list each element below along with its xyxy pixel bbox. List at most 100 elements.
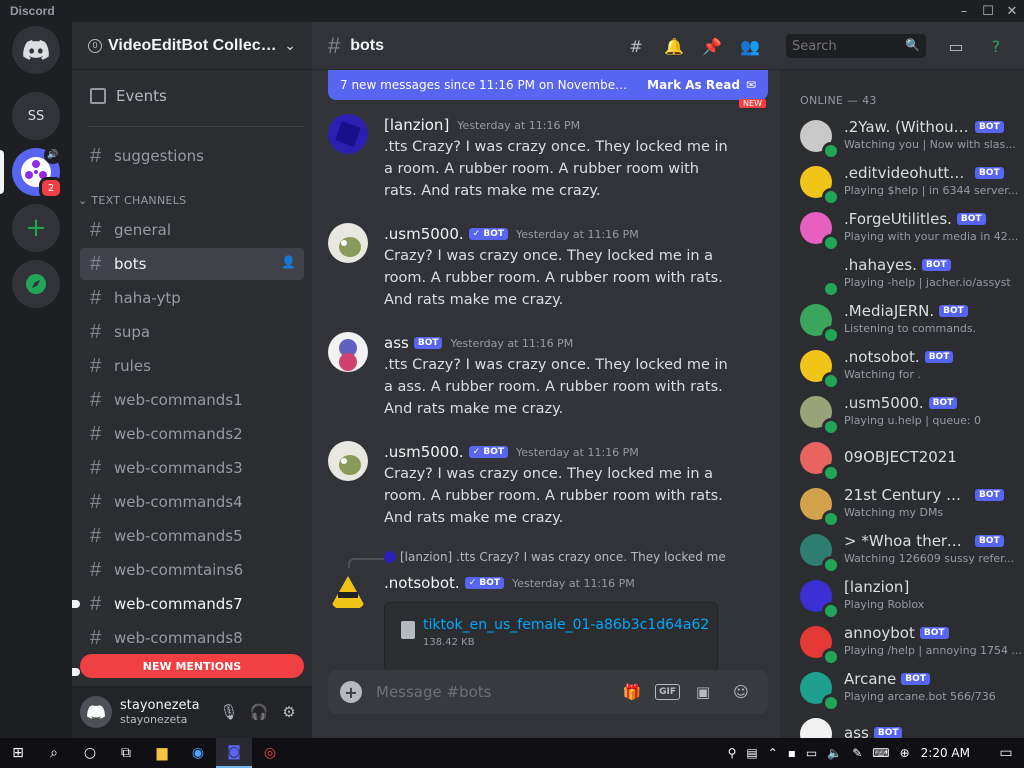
reply-preview[interactable]: [lanzion] .tts Crazy? I was crazy once. … bbox=[384, 550, 726, 564]
author-name[interactable]: .usm5000. bbox=[384, 443, 464, 461]
member-item[interactable]: .MediaJERN. BOT Listening to commands. bbox=[800, 300, 1024, 344]
avatar[interactable] bbox=[328, 223, 368, 263]
channel-web-commands4[interactable]: # web-commands4 bbox=[80, 486, 304, 518]
headphones-icon[interactable]: 🎧 bbox=[244, 697, 274, 727]
help-icon[interactable]: ? bbox=[984, 34, 1008, 58]
chevron-up-icon[interactable]: ⌃ bbox=[768, 746, 778, 760]
gift-icon[interactable]: 🎁 bbox=[617, 679, 647, 705]
user-info[interactable]: stayonezeta stayonezeta bbox=[120, 698, 214, 726]
message-input[interactable] bbox=[376, 683, 610, 701]
new-mentions-button[interactable]: NEW MENTIONS bbox=[80, 654, 304, 678]
clock[interactable]: 2:20 AM bbox=[921, 746, 970, 760]
channel-web-commands7[interactable]: # web-commands7 bbox=[72, 588, 304, 620]
chrome-icon[interactable]: ◎ bbox=[252, 738, 288, 768]
mark-as-read-button[interactable]: Mark As Read bbox=[647, 78, 740, 92]
member-item[interactable]: Arcane BOT Playing arcane.bot 566/736 bbox=[800, 668, 1024, 712]
gear-icon[interactable]: ⚙ bbox=[274, 697, 304, 727]
channel-web-commands5[interactable]: # web-commands5 bbox=[80, 520, 304, 552]
member-item[interactable]: [lanzion] Playing Roblox bbox=[800, 576, 1024, 620]
server-videoeditbot[interactable]: 🔊 2 bbox=[12, 146, 63, 199]
member-item[interactable]: 09OBJECT2021 bbox=[800, 438, 1024, 482]
message: .usm5000. ✓ BOT Yesterday at 11:16 PM Craz… bbox=[328, 223, 748, 323]
news-icon[interactable]: ▤ bbox=[746, 746, 757, 760]
channel-web-commands1[interactable]: # web-commands1 bbox=[80, 384, 304, 416]
pin-icon[interactable]: 📌 bbox=[700, 34, 724, 58]
member-activity: Watching you | Now with slas... bbox=[844, 138, 1016, 151]
member-item[interactable]: .ForgeUtilitles. BOT Playing with your med… bbox=[800, 208, 1024, 252]
inbox-icon[interactable]: ▭ bbox=[944, 34, 968, 58]
channel-bots[interactable]: # bots 👤 bbox=[80, 248, 304, 280]
author-name[interactable]: ass bbox=[384, 334, 409, 352]
explore-servers-button[interactable] bbox=[12, 260, 60, 308]
server-header[interactable]: 0 VideoEditBot Collecti... ⌄ bbox=[72, 22, 312, 70]
author-name[interactable]: .usm5000. bbox=[384, 225, 464, 243]
events-item[interactable]: Events bbox=[80, 80, 304, 112]
notifications-icon[interactable]: ▭ bbox=[988, 738, 1024, 768]
home-button[interactable] bbox=[12, 26, 60, 74]
avatar[interactable] bbox=[328, 114, 368, 154]
task-view-icon[interactable]: ⧉ bbox=[108, 738, 144, 768]
member-item[interactable]: .usm5000. BOT Playing u.help | queue: 0 bbox=[800, 392, 1024, 436]
member-item[interactable]: .2Yaw. (Without... BOT Watching you | Now … bbox=[800, 116, 1024, 160]
member-item[interactable]: annoybot BOT Playing /help | annoying 1754… bbox=[800, 622, 1024, 666]
add-server-button[interactable]: + bbox=[12, 204, 60, 252]
hash-icon: # bbox=[90, 524, 102, 547]
invite-icon[interactable]: 👤 bbox=[281, 255, 296, 269]
channel-web-commands2[interactable]: # web-commands2 bbox=[80, 418, 304, 450]
channel-general[interactable]: # general bbox=[80, 214, 304, 246]
volume-icon[interactable]: 🔈 bbox=[827, 746, 842, 760]
author-name[interactable]: [lanzion] bbox=[384, 116, 449, 134]
sticker-icon[interactable]: ▣ bbox=[688, 679, 718, 705]
upload-plus-button[interactable]: + bbox=[340, 681, 362, 703]
search-icon[interactable]: ⌕ bbox=[36, 738, 72, 768]
network-icon[interactable]: ▭ bbox=[806, 746, 817, 760]
author-name[interactable]: .notsobot. bbox=[384, 574, 460, 592]
gif-button[interactable]: GIF bbox=[655, 684, 680, 700]
channel-list[interactable]: Events # suggestions ⌄ TEXT CHANNELS # gen… bbox=[72, 70, 312, 680]
avatar[interactable] bbox=[328, 332, 368, 372]
new-messages-bar[interactable]: 7 new messages since 11:16 PM on Novembe… bbox=[328, 70, 768, 100]
member-item[interactable]: .notsobot. BOT Watching for . bbox=[800, 346, 1024, 390]
channel-haha-ytp[interactable]: # haha-ytp bbox=[80, 282, 304, 314]
avatar[interactable] bbox=[80, 696, 112, 728]
threads-icon[interactable]: # bbox=[624, 34, 648, 58]
windows-start-icon[interactable]: ⊞ bbox=[0, 738, 36, 768]
file-name-link[interactable]: tiktok_en_us_female_01-a86b3c1d64a62 bbox=[423, 617, 709, 633]
channel-label: rules bbox=[114, 357, 151, 375]
file-explorer-icon[interactable]: ▆ bbox=[144, 738, 180, 768]
category-text-channels[interactable]: ⌄ TEXT CHANNELS bbox=[78, 194, 186, 207]
people-icon[interactable]: ⚲ bbox=[728, 746, 737, 760]
member-name-text: .ForgeUtilitles. bbox=[844, 210, 952, 228]
avatar[interactable] bbox=[328, 441, 368, 481]
member-name: .2Yaw. (Without... BOT bbox=[844, 118, 1004, 136]
emoji-icon[interactable]: ☺ bbox=[726, 679, 756, 705]
channel-rules[interactable]: # rules bbox=[80, 350, 304, 382]
close-button[interactable]: ✕ bbox=[1000, 0, 1024, 22]
keyboard-icon[interactable]: ⌨ bbox=[872, 746, 889, 760]
channel-suggestions[interactable]: # suggestions bbox=[80, 140, 304, 172]
server-ss[interactable]: SS bbox=[12, 92, 60, 140]
channel-web-commands3[interactable]: # web-commands3 bbox=[80, 452, 304, 484]
cortana-icon[interactable]: ○ bbox=[72, 738, 108, 768]
member-item[interactable]: ass BOT bbox=[800, 714, 1024, 738]
channel-web-commands8[interactable]: # web-commands8 bbox=[80, 622, 304, 654]
tray-app-icon[interactable]: ▪ bbox=[788, 746, 796, 760]
channel-web-commtains6[interactable]: # web-commtains6 bbox=[80, 554, 304, 586]
member-item[interactable]: .editvideohutto... BOT Playing $help | in … bbox=[800, 162, 1024, 206]
bell-icon[interactable]: 🔔 bbox=[662, 34, 686, 58]
avatar[interactable] bbox=[328, 572, 368, 612]
discord-taskbar-icon[interactable]: ◙ bbox=[216, 738, 252, 768]
maximize-button[interactable]: ☐ bbox=[976, 0, 1000, 22]
language-icon[interactable]: ⊕ bbox=[900, 746, 910, 760]
member-item[interactable]: .hahayes. BOT Playing -help | jacher.io/as… bbox=[800, 254, 1024, 298]
microphone-icon[interactable]: 🎙 bbox=[214, 697, 244, 727]
member-item[interactable]: 21st Century Dan... BOT Watching my DMs bbox=[800, 484, 1024, 528]
message-list[interactable]: [lanzion] Yesterday at 11:16 PM .tts Craz… bbox=[312, 100, 780, 670]
pen-icon[interactable]: ✎ bbox=[852, 746, 862, 760]
search-box[interactable]: 🔍 bbox=[786, 34, 926, 58]
channel-supa[interactable]: # supa bbox=[80, 316, 304, 348]
app-icon[interactable]: ◉ bbox=[180, 738, 216, 768]
minimize-button[interactable]: – bbox=[952, 0, 976, 22]
members-icon[interactable]: 👥 bbox=[738, 34, 762, 58]
member-item[interactable]: > *Whoa there! ... BOT Watching 126609 sus… bbox=[800, 530, 1024, 574]
